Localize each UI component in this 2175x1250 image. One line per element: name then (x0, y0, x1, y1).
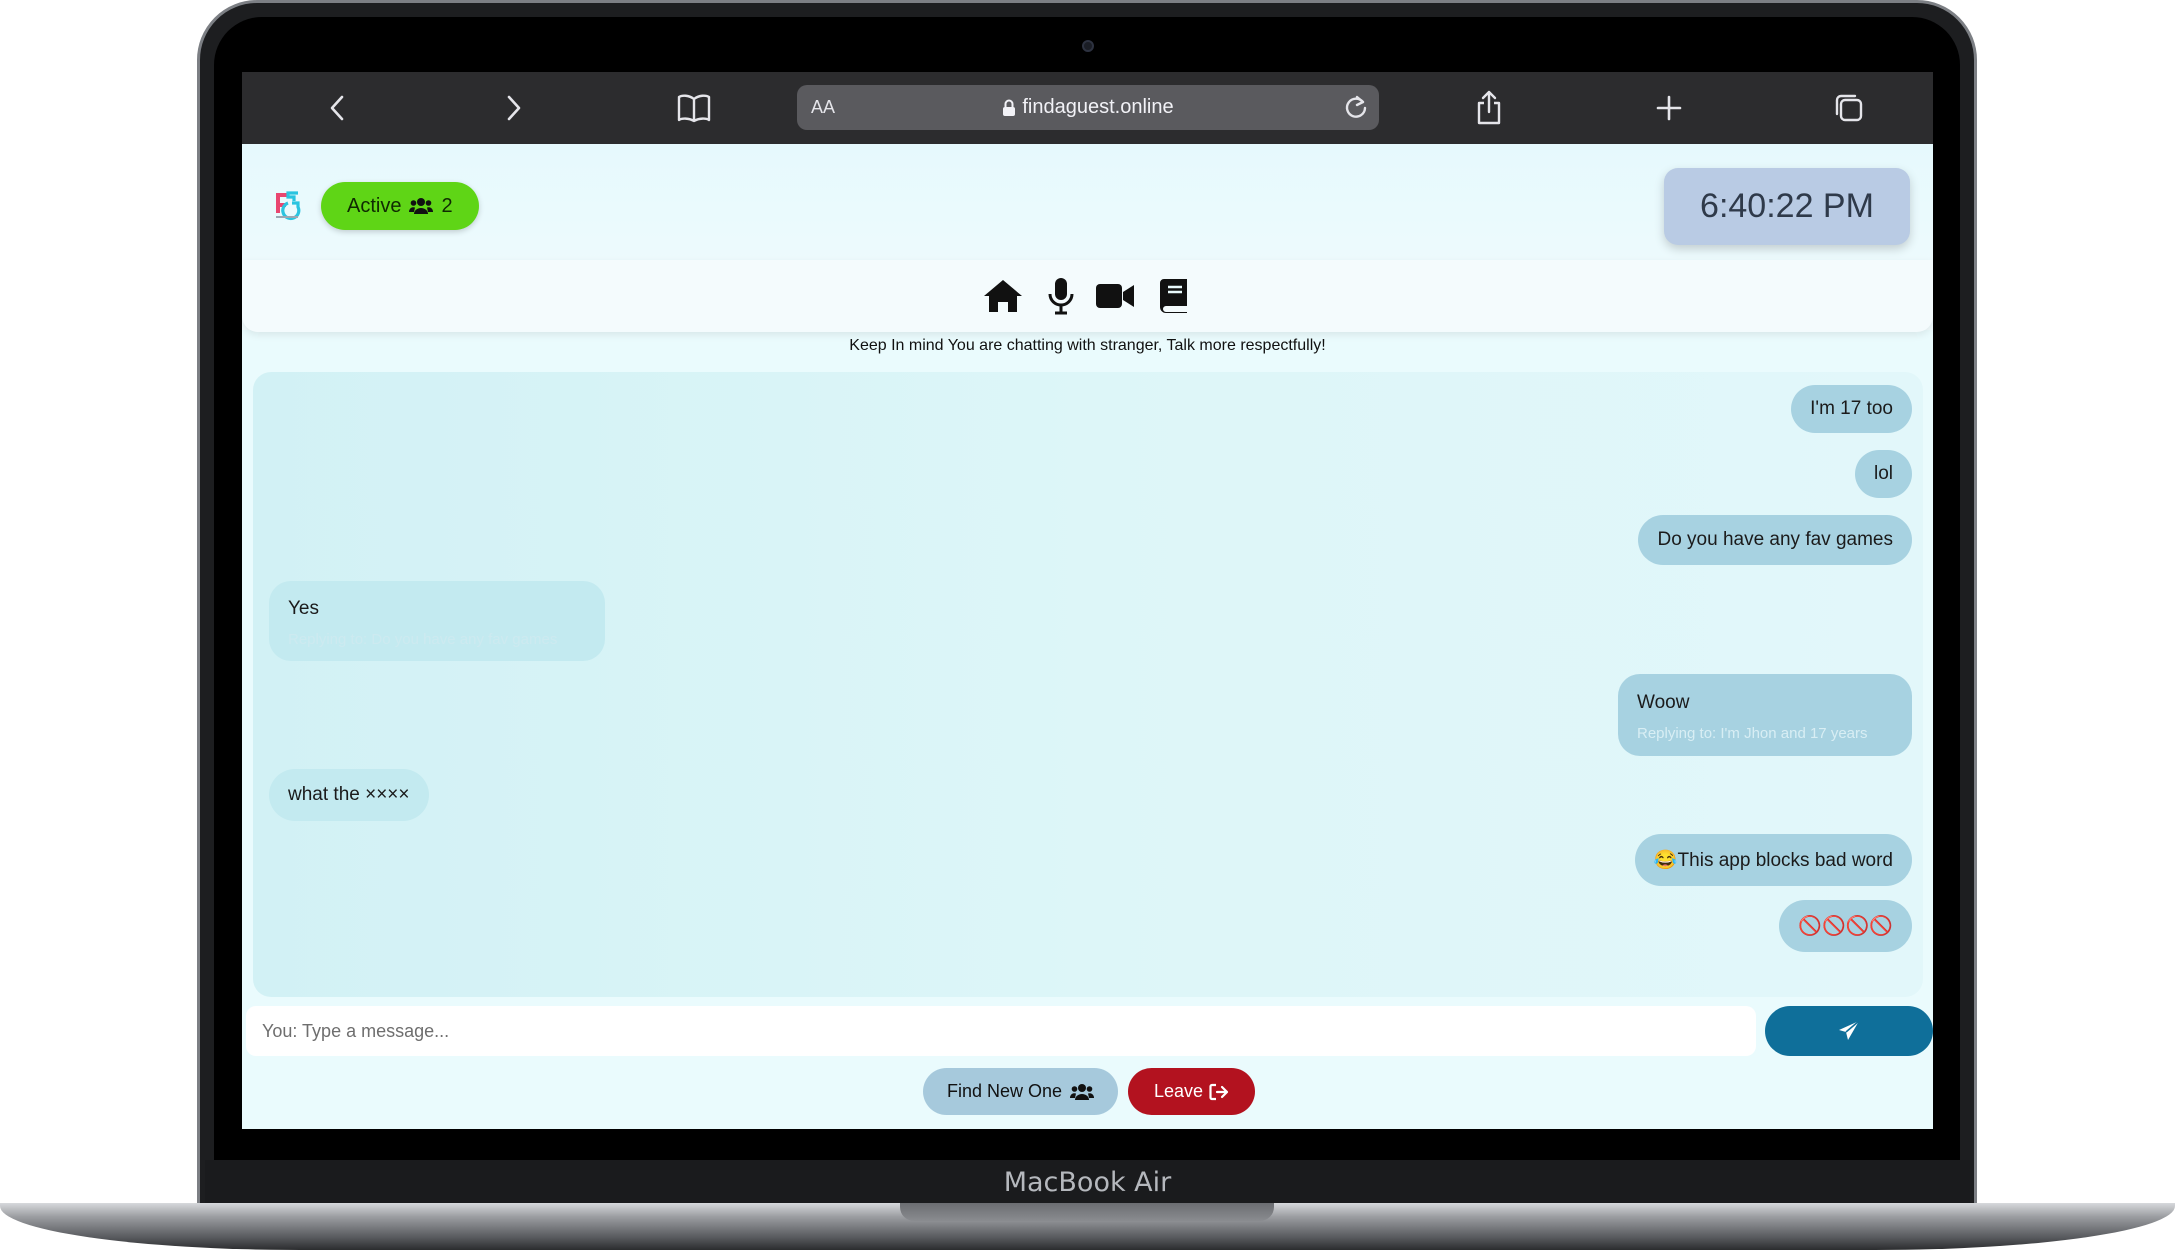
url-text-wrap: findaguest.online (797, 96, 1379, 119)
address-bar[interactable]: AA findaguest.online (797, 85, 1379, 130)
chevron-right-icon (507, 95, 521, 121)
reload-icon[interactable] (1343, 94, 1369, 120)
book-icon (677, 94, 711, 123)
active-users-badge: Active 2 (321, 182, 479, 230)
tabs-icon (1835, 94, 1863, 122)
message-bubble: 😂This app blocks bad word (1634, 834, 1912, 886)
message-text: Woow (1637, 692, 1690, 713)
chevron-left-icon (330, 95, 344, 121)
forward-button[interactable] (492, 86, 536, 130)
send-button[interactable] (1765, 1006, 1933, 1056)
message-text: what the ×××× (288, 784, 410, 805)
find-new-label: Find New One (947, 1081, 1063, 1101)
browser-toolbar: AA findaguest.online (242, 72, 1933, 144)
video-chat-button[interactable] (1093, 276, 1137, 316)
share-button[interactable] (1467, 86, 1511, 130)
message-bubble: what the ×××× (269, 769, 429, 821)
message-bubble: lol (1854, 450, 1912, 498)
leave-label: Leave (1154, 1081, 1204, 1101)
url-text: findaguest.online (1022, 96, 1174, 118)
voice-chat-button[interactable] (1039, 276, 1083, 316)
message-bubble: Yes Replying to: Do you have any fav gam… (269, 581, 605, 661)
video-camera-icon (1096, 284, 1134, 308)
message-text: Yes (288, 598, 319, 619)
book-icon (1160, 279, 1187, 313)
home-icon (984, 280, 1022, 312)
lock-icon (1003, 99, 1016, 116)
new-tab-button[interactable] (1647, 86, 1691, 130)
share-icon (1477, 90, 1501, 125)
home-button[interactable] (981, 276, 1025, 316)
reply-context: Replying to: I'm Jhon and 17 years (1637, 725, 1868, 742)
reply-context: Replying to: Do you have any fav games (288, 631, 558, 648)
bookmarks-button[interactable] (672, 86, 716, 130)
screen: AA findaguest.online Active 2 6:40:22 PM (242, 72, 1933, 1129)
users-icon (1070, 1083, 1095, 1100)
sign-out-icon (1209, 1083, 1229, 1100)
message-text: 🚫🚫🚫🚫 (1798, 916, 1893, 937)
trackpad-notch (900, 1203, 1274, 1221)
message-text: Do you have any fav games (1657, 529, 1893, 550)
clock: 6:40:22 PM (1664, 168, 1910, 245)
message-text: lol (1873, 463, 1893, 484)
app-logo[interactable] (272, 187, 302, 221)
nav-bar (242, 260, 1933, 332)
tabs-button[interactable] (1827, 86, 1871, 130)
message-bubble: 🚫🚫🚫🚫 (1779, 900, 1912, 952)
message-text: I'm 17 too (1810, 398, 1893, 419)
microphone-icon (1048, 278, 1074, 315)
device-brand: MacBook Air (1003, 1167, 1172, 1198)
active-label: Active (347, 194, 402, 217)
message-bubble: Woow Replying to: I'm Jhon and 17 years (1618, 674, 1912, 756)
back-button[interactable] (315, 86, 359, 130)
paper-plane-icon (1839, 1020, 1860, 1040)
chat-window: I'm 17 too lol Do you have any fav games… (253, 372, 1923, 997)
message-text: 😂This app blocks bad word (1653, 850, 1893, 871)
users-icon (409, 198, 434, 214)
message-bubble: Do you have any fav games (1638, 515, 1912, 565)
camera (1082, 40, 1094, 52)
message-input[interactable] (246, 1006, 1756, 1056)
active-count: 2 (441, 194, 453, 217)
leave-button[interactable]: Leave (1128, 1068, 1256, 1115)
plus-icon (1656, 95, 1682, 121)
safety-warning: Keep In mind You are chatting with stran… (849, 337, 1326, 354)
find-new-button[interactable]: Find New One (923, 1068, 1119, 1115)
guide-button[interactable] (1152, 276, 1196, 316)
message-bubble: I'm 17 too (1791, 385, 1912, 433)
